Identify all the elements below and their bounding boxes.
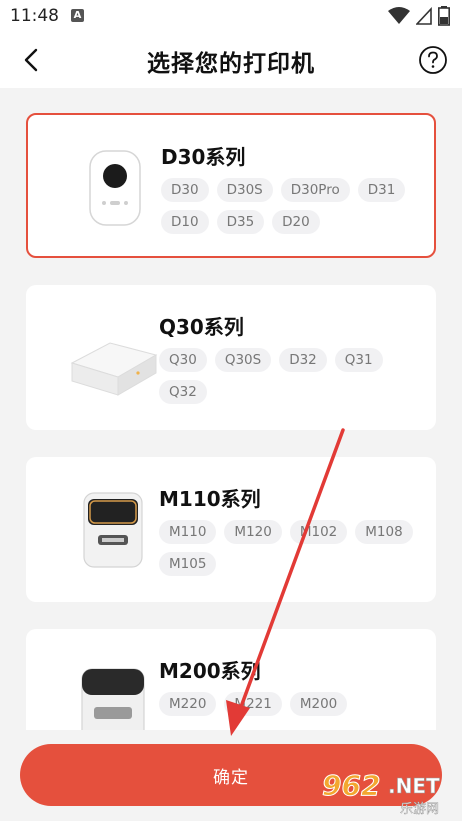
site-watermark-logo: 962 .NET 乐游网 [322,769,441,818]
model-chip[interactable]: M110 [159,520,217,544]
model-chip[interactable]: D30Pro [280,178,350,202]
wifi-icon [388,7,410,24]
page-title: 选择您的打印机 [147,51,315,77]
header-bar: 选择您的打印机 [0,32,462,88]
model-chip-group: D30 D30S D30Pro D31 D10 D35 D20 [161,178,431,234]
model-chip[interactable]: Q30 [159,348,207,372]
series-name: Q30系列 [159,315,244,339]
printer-card-m110[interactable]: M110系列 M110 M120 M102 M108 M105 [26,457,436,602]
status-time: 11:48 [10,6,59,26]
model-chip[interactable]: M105 [159,552,217,576]
model-chip[interactable]: D32 [279,348,327,372]
model-chip[interactable]: Q31 [334,348,383,372]
help-icon[interactable] [418,45,448,75]
model-chip[interactable]: Q30S [214,348,272,372]
watermark-number: 962 [322,769,380,802]
model-chip[interactable]: M220 [159,692,217,716]
model-chip-group: M110 M120 M102 M108 M105 [159,520,429,576]
watermark-subtitle: 乐游网 [400,802,439,817]
status-bar: 11:48 A [0,0,462,32]
m200-printer-image [81,668,145,730]
notification-badge: A [71,9,84,22]
model-chip[interactable]: M120 [224,520,282,544]
model-chip[interactable]: Q32 [159,380,207,404]
printer-card-q30[interactable]: Q30系列 Q30 Q30S D32 Q31 Q32 [26,285,436,430]
model-chip-group: M220 M221 M200 [159,692,429,716]
model-chip[interactable]: D35 [216,210,265,234]
printer-list[interactable]: D30系列 D30 D30S D30Pro D31 D10 D35 D20 Q3… [0,88,462,730]
battery-icon [438,6,450,26]
model-chip[interactable]: M200 [289,692,348,716]
signal-icon [416,7,432,25]
model-chip[interactable]: M221 [224,692,282,716]
model-chip[interactable]: D31 [357,178,406,202]
q30-printer-image [70,342,158,396]
series-name: M200系列 [159,659,261,683]
printer-card-d30[interactable]: D30系列 D30 D30S D30Pro D31 D10 D35 D20 [26,113,436,258]
watermark-suffix: .NET [388,774,440,798]
model-chip[interactable]: D30S [216,178,273,202]
model-chip[interactable]: M108 [355,520,413,544]
model-chip[interactable]: D30 [161,178,209,202]
series-name: D30系列 [161,145,246,169]
m110-printer-image [83,492,143,568]
model-chip[interactable]: D20 [272,210,320,234]
model-chip-group: Q30 Q30S D32 Q31 Q32 [159,348,429,404]
model-chip[interactable]: M102 [289,520,348,544]
d30-printer-image [89,150,141,226]
printer-card-m200[interactable]: M200系列 M220 M221 M200 [26,629,436,730]
series-name: M110系列 [159,487,261,511]
system-icons [388,6,450,26]
model-chip[interactable]: D10 [161,210,209,234]
